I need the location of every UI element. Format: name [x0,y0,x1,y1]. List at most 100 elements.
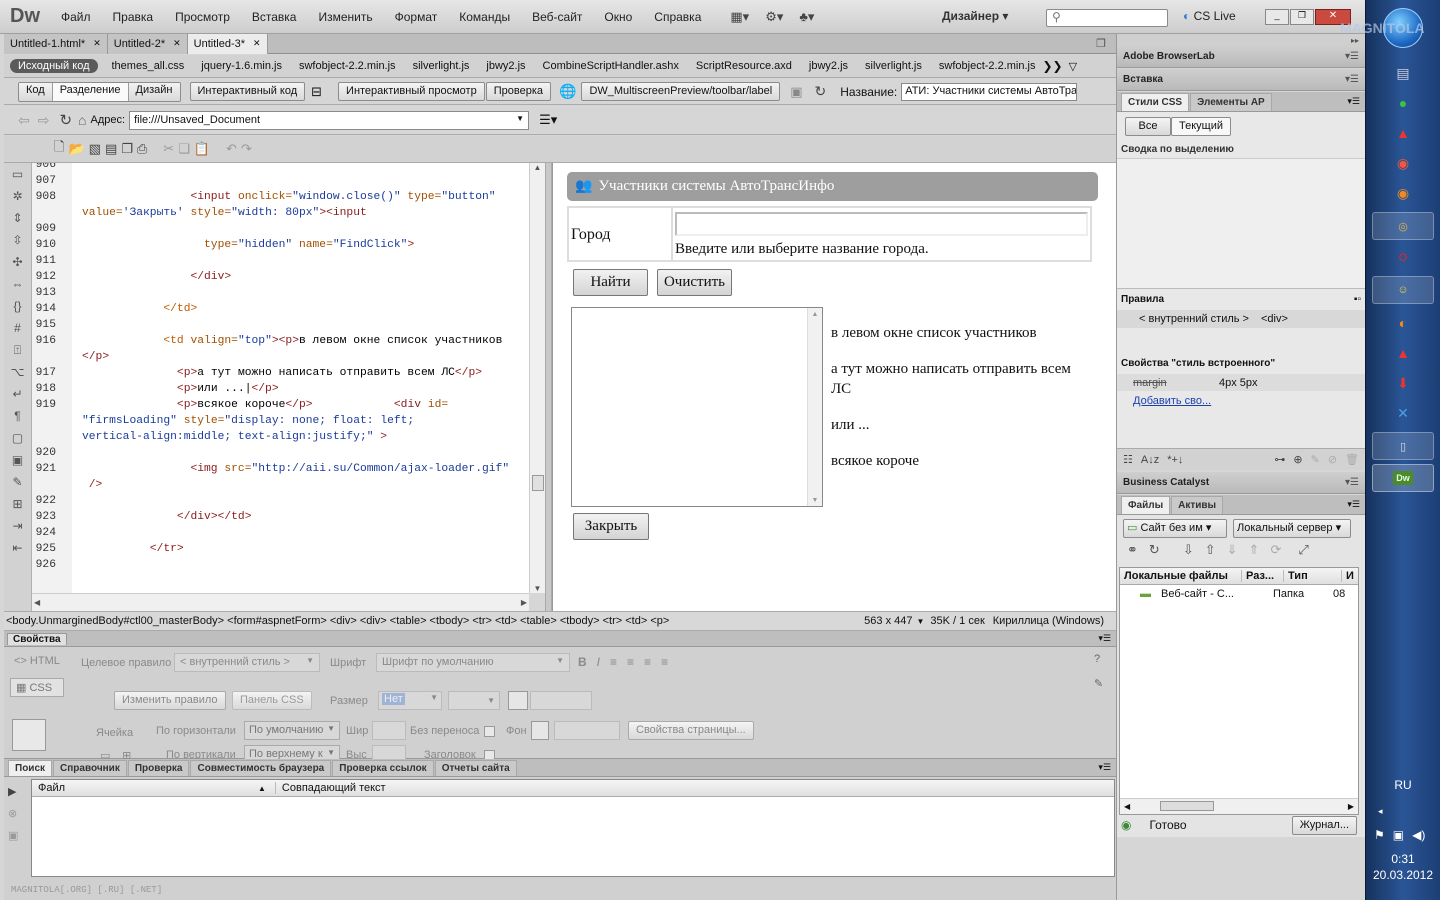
chrome-task[interactable]: ◎ [1372,212,1434,240]
gear-icon[interactable]: ⚙▾ [765,9,783,25]
clear-button[interactable]: Очистить [657,269,732,296]
layout-icon[interactable]: ▦▾ [730,9,749,25]
app-blue-icon[interactable]: ✕ [1392,402,1414,424]
related-file-link[interactable]: ScriptResource.axd [696,60,792,72]
code-line[interactable]: 909 [32,221,529,237]
attach-style-icon[interactable]: ⊶ [1274,453,1285,466]
prop-margin-value[interactable]: 4px 5px [1219,377,1258,389]
help-icon[interactable]: ? [1094,653,1100,665]
visual-aids-icon[interactable]: ▣ [790,84,802,100]
col-size[interactable]: Раз... [1242,570,1284,582]
more-files-icon[interactable]: ❯❯ [1043,59,1063,73]
menu-item[interactable]: Веб-сайт [521,10,593,24]
business-catalyst-panel[interactable]: Business Catalyst ▾☰ [1117,472,1365,494]
hidden-chars-icon[interactable]: ¶ [4,405,31,427]
html-toggle[interactable]: <> HTML [14,655,60,667]
document-tab[interactable]: Untitled-2* ✕ [107,33,188,54]
clock-time[interactable]: 0:31 [1366,852,1440,866]
rule-internal[interactable]: < внутренний стиль > [1139,313,1249,325]
code-view-button[interactable]: Код [19,82,53,101]
width-input[interactable] [372,721,406,740]
window-size[interactable]: 563 x 447 [864,615,912,627]
collapse-dock-icon[interactable]: ▸▸ [1351,36,1359,45]
open-icon[interactable]: 📂 [68,141,84,157]
save-all-icon[interactable]: ❐ [121,141,133,157]
flag-icon[interactable]: ⚑ [1374,828,1385,842]
bg-input[interactable] [554,721,620,740]
highlight-icon[interactable]: ⍐ [4,339,31,361]
color-input[interactable] [530,691,592,710]
prop-margin[interactable]: margin [1117,377,1219,389]
tab-files[interactable]: Файлы [1121,496,1171,514]
participants-listbox[interactable]: ▲ ▼ [571,307,823,507]
messenger-task[interactable]: ☺ [1372,276,1434,304]
log-button[interactable]: Журнал... [1291,815,1357,835]
align-right-icon[interactable]: ≡ [644,655,651,669]
filter-icon[interactable]: ▽ [1069,60,1077,73]
address-input[interactable]: file:///Unsaved_Document ▼ [129,110,530,130]
code-line[interactable]: value='Закрыть' style="width: 80px"><inp… [32,205,529,221]
app-red-icon[interactable]: ◉ [1392,152,1414,174]
results-menu-icon[interactable]: ▾☰ [1098,762,1111,773]
back-icon[interactable]: ⇦ [18,112,30,129]
menu-item[interactable]: Справка [643,10,712,24]
split-divider[interactable] [545,163,552,611]
dreamweaver-task[interactable]: Dw [1372,464,1434,492]
refresh-icon[interactable]: ↻ [59,111,72,129]
code-line[interactable]: 906 [32,163,529,173]
word-wrap-icon[interactable]: ↵ [4,383,31,405]
inspect-button[interactable]: Проверка [485,82,551,101]
code-line[interactable]: /> [32,477,529,493]
font-select[interactable]: Шрифт по умолчанию ▼ [376,653,570,672]
print-icon[interactable]: ⎙ [137,141,147,157]
code-line[interactable]: 923 </div></td> [32,509,529,525]
add-property-link[interactable]: Добавить сво... [1117,395,1211,407]
minimize-icon[interactable]: _ [1265,9,1289,25]
code-vscrollbar[interactable]: ▲ ▼ [529,163,545,593]
set-props-icon[interactable]: *+↓ [1167,454,1183,466]
design-view-button[interactable]: Дизайн [128,82,180,101]
split-view-button[interactable]: Разделение [52,82,129,101]
connect-icon[interactable]: ⚭ [1127,542,1138,558]
css-toggle[interactable]: ▦ CSS [10,678,64,697]
tray-expand-icon[interactable]: ◂ [1378,806,1383,817]
app-green-icon[interactable]: ● [1392,92,1414,114]
menu-item[interactable]: Просмотр [164,10,241,24]
cslive[interactable]: ◐ CS Live [1183,9,1236,23]
related-file-link[interactable]: jquery-1.6.min.js [201,60,282,72]
uncomment-icon[interactable]: ▣ [4,449,31,471]
related-file-link[interactable]: silverlight.js [865,60,922,72]
menu-item[interactable]: Окно [593,10,643,24]
related-file-link[interactable]: jbwy2.js [486,60,525,72]
close-tab-icon[interactable]: ✕ [93,38,101,49]
code-line[interactable]: 913 [32,285,529,301]
css-panel-menu-icon[interactable]: ▾☰ [1347,96,1360,107]
insert-panel[interactable]: Вставка ▾☰ [1117,69,1365,91]
browse-bridge-icon[interactable]: ▧ [89,141,101,157]
code-line[interactable]: 911 [32,253,529,269]
select-parent-icon[interactable]: ⇔ [4,273,31,295]
page-properties-button[interactable]: Свойства страницы... [628,721,754,740]
code-line[interactable]: 922 [32,493,529,509]
redo-icon[interactable]: ↷ [241,141,252,157]
pdf-icon[interactable]: ▲ [1392,122,1414,144]
related-file-link[interactable]: silverlight.js [413,60,470,72]
disable-icon[interactable]: ⊘ [1328,453,1337,466]
volume-icon[interactable]: ◀) [1412,828,1425,842]
code-line[interactable]: 915 [32,317,529,333]
download-icon[interactable]: ⬇ [1392,372,1414,394]
paste-icon[interactable]: 📋 [194,141,210,157]
files-menu-icon[interactable]: ▾☰ [1347,499,1360,510]
tab-css-styles[interactable]: Стили CSS [1121,93,1190,111]
clock-date[interactable]: 20.03.2012 [1366,868,1440,882]
color-swatch[interactable] [508,691,528,710]
menu-item[interactable]: Формат [384,10,449,24]
save-report-icon[interactable]: ▣ [8,825,18,847]
syntax-error-icon[interactable]: ⌥ [4,361,31,383]
bg-swatch[interactable] [531,721,549,740]
code-line[interactable]: 916 <td valign="top"><p>в левом окне спи… [32,333,529,349]
related-file-link[interactable]: swfobject-2.2.min.js [939,60,1036,72]
cut-icon[interactable]: ✂ [163,141,174,157]
restore-icon[interactable]: ❐ [1290,9,1314,25]
multiscreen-button[interactable]: DW_MultiscreenPreview/toolbar/label [581,82,781,101]
